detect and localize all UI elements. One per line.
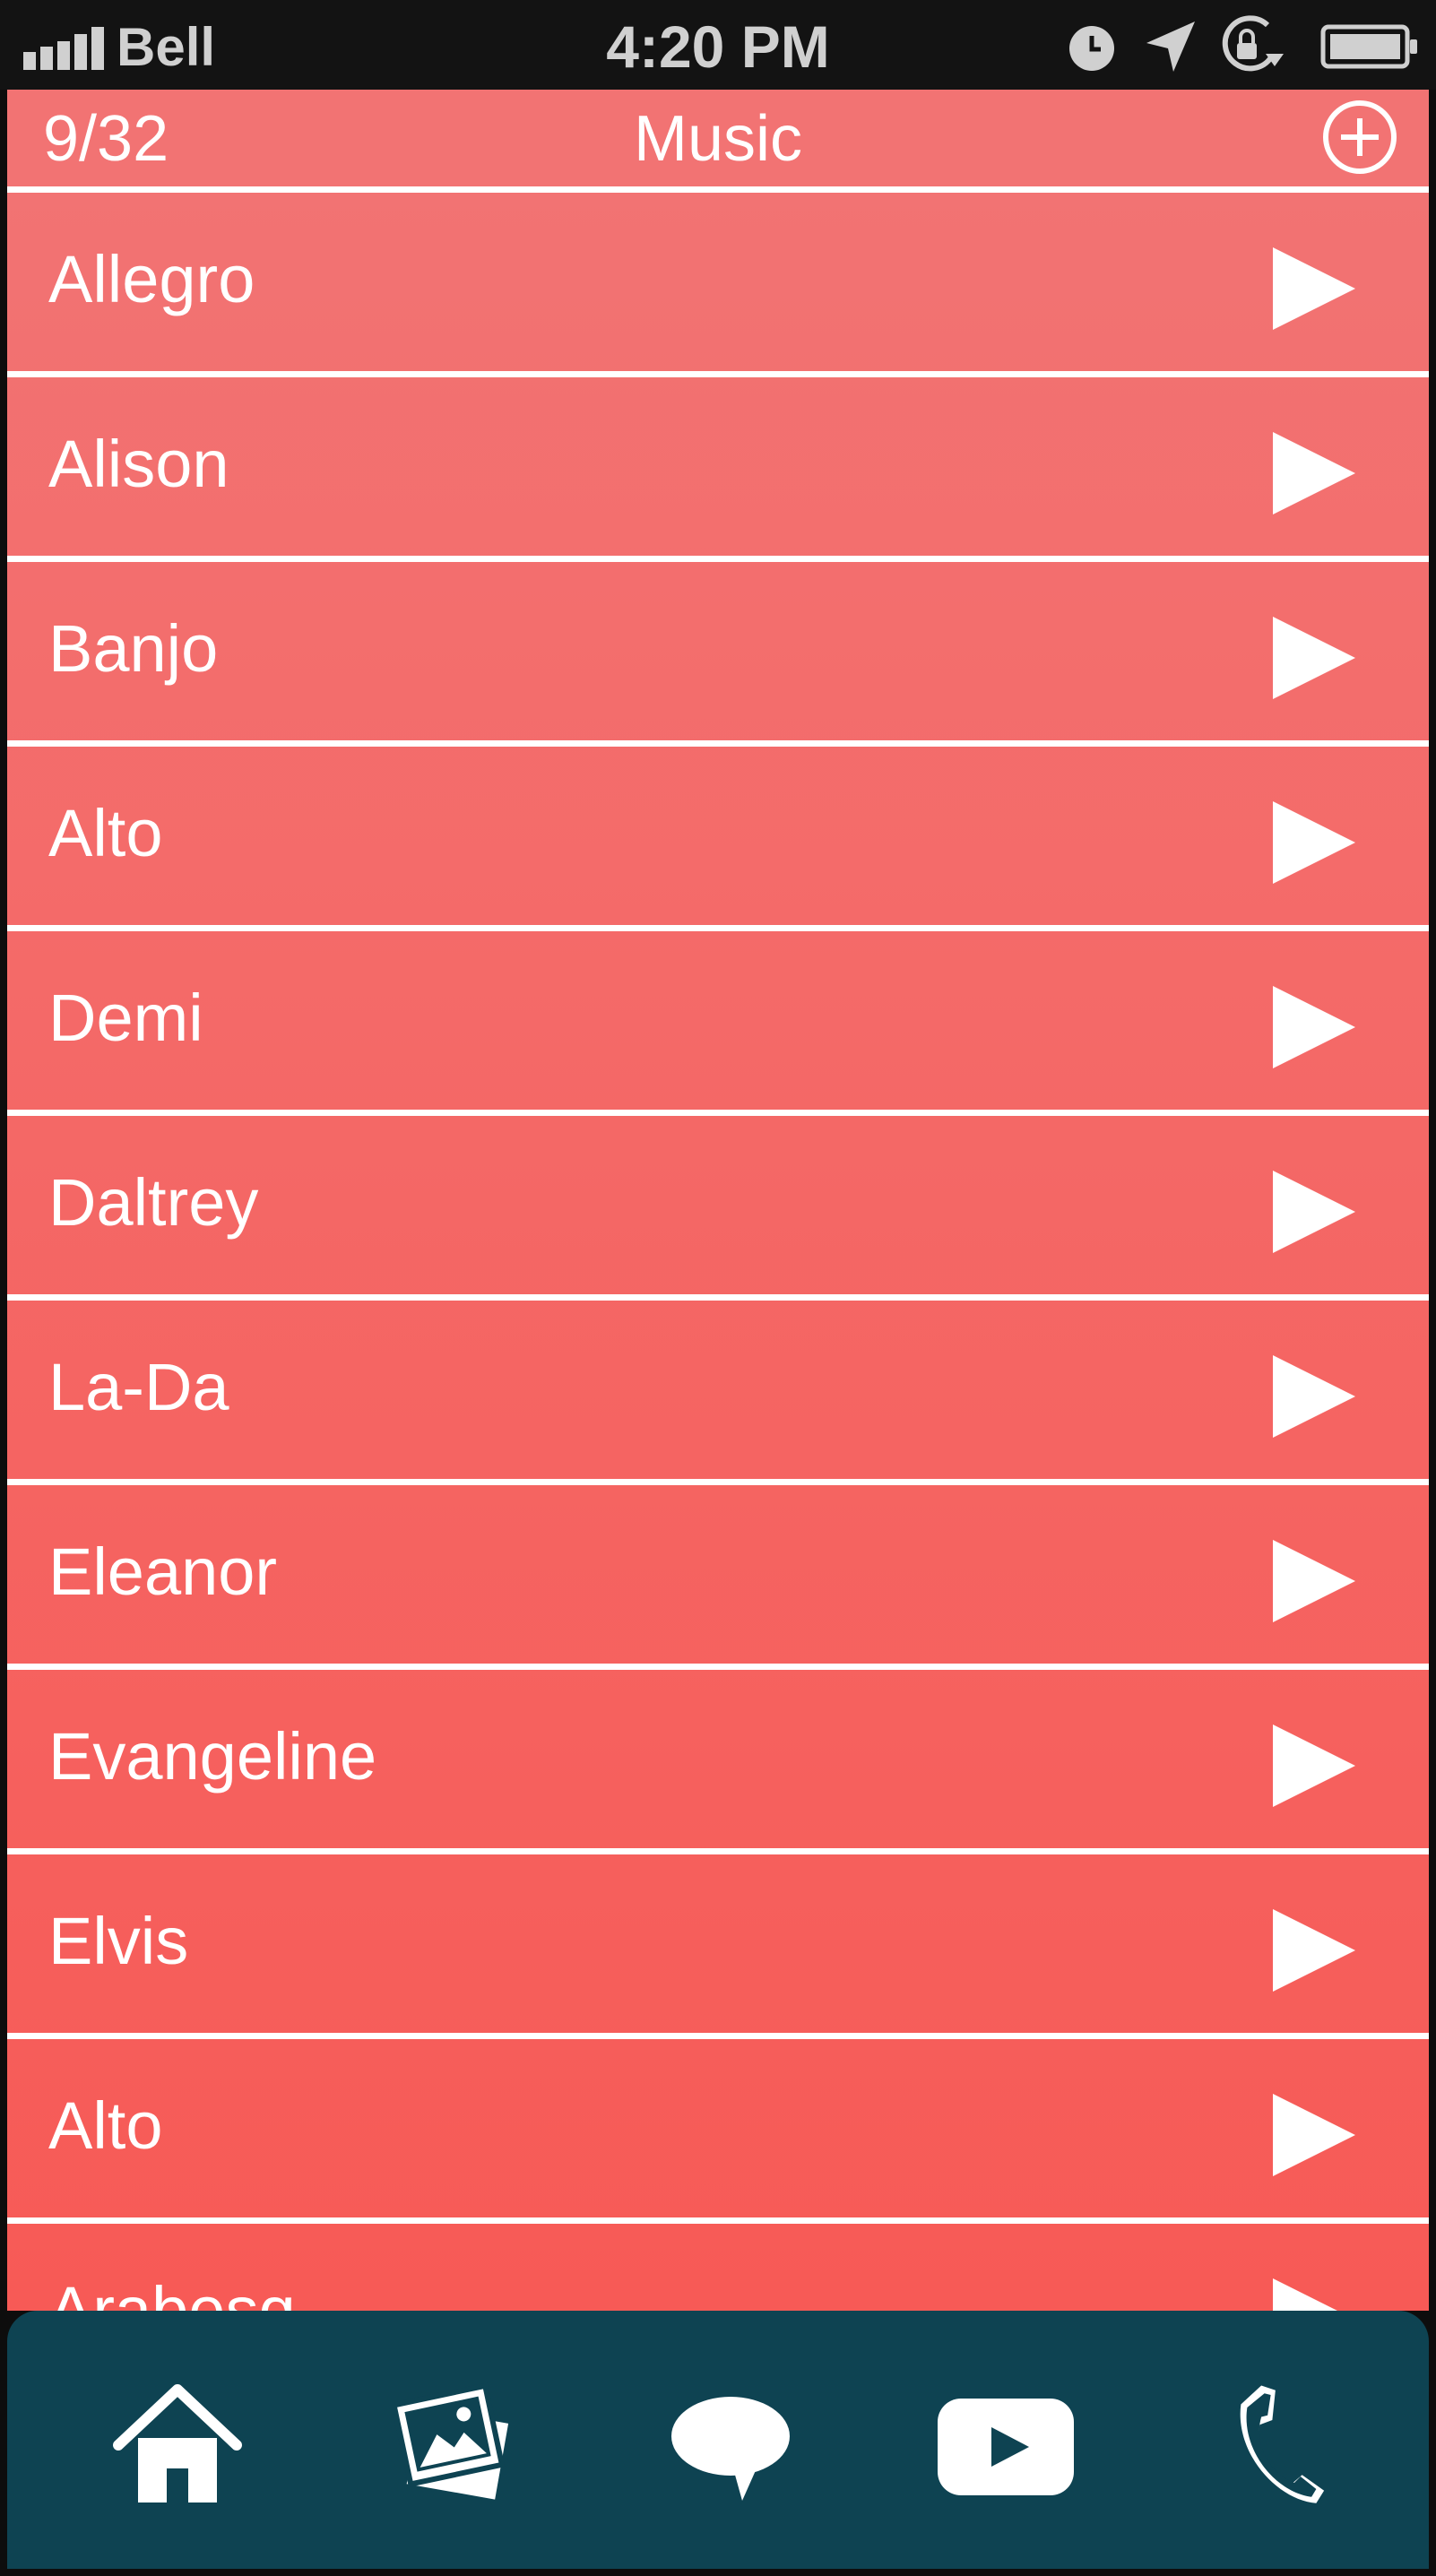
track-name: Allegro xyxy=(48,242,255,316)
home-icon[interactable] xyxy=(111,2382,244,2508)
list-item[interactable]: Elvis xyxy=(7,1848,1429,2027)
list-item[interactable]: Allegro xyxy=(7,186,1429,366)
location-icon xyxy=(1146,22,1195,72)
track-name: La-Da xyxy=(48,1350,229,1424)
track-name: Alto xyxy=(48,2088,163,2163)
play-icon[interactable] xyxy=(1269,1167,1359,1257)
list-item[interactable]: La-Da xyxy=(7,1294,1429,1474)
play-icon[interactable] xyxy=(1269,2275,1359,2311)
play-icon[interactable] xyxy=(1269,798,1359,887)
track-name: Alison xyxy=(48,427,229,501)
list-item[interactable]: Alto xyxy=(7,2033,1429,2212)
plus-circle-icon[interactable] xyxy=(1321,99,1398,176)
track-name: Banjo xyxy=(48,611,219,686)
tab-bar xyxy=(7,2311,1429,2569)
status-bar: Bell 4:20 PM xyxy=(0,0,1436,90)
play-icon[interactable] xyxy=(1269,244,1359,333)
track-list: Allegro Alison Banjo Alto Demi Daltrey La-Da El… xyxy=(7,186,1429,2311)
chat-icon[interactable] xyxy=(667,2382,794,2508)
list-item[interactable]: Demi xyxy=(7,925,1429,1104)
app-header: 9/32 Music xyxy=(7,90,1429,186)
list-item[interactable]: Eleanor xyxy=(7,1479,1429,1658)
play-icon[interactable] xyxy=(1269,1536,1359,1626)
battery-icon xyxy=(1320,24,1417,69)
list-item[interactable]: Daltrey xyxy=(7,1110,1429,1289)
track-name: Arabesq xyxy=(48,2273,296,2311)
play-icon[interactable] xyxy=(1269,1906,1359,1995)
track-name: Eleanor xyxy=(48,1534,278,1609)
phone-icon[interactable] xyxy=(1223,2382,1339,2508)
play-icon[interactable] xyxy=(1269,982,1359,1072)
video-play-icon[interactable] xyxy=(936,2382,1076,2508)
page-title: Music xyxy=(633,103,802,175)
play-icon[interactable] xyxy=(1269,2090,1359,2180)
list-item[interactable]: Banjo xyxy=(7,556,1429,735)
list-item[interactable]: Alto xyxy=(7,740,1429,920)
list-item[interactable]: Arabesq xyxy=(7,2217,1429,2311)
list-item[interactable]: Alison xyxy=(7,371,1429,550)
track-name: Elvis xyxy=(48,1904,189,1978)
play-icon[interactable] xyxy=(1269,1721,1359,1811)
track-name: Alto xyxy=(48,796,163,870)
play-icon[interactable] xyxy=(1269,613,1359,703)
rotation-lock-icon xyxy=(1222,15,1284,72)
track-name: Evangeline xyxy=(48,1719,377,1794)
photos-icon[interactable] xyxy=(390,2382,518,2508)
play-icon[interactable] xyxy=(1269,1352,1359,1441)
track-name: Demi xyxy=(48,981,203,1055)
list-item[interactable]: Evangeline xyxy=(7,1664,1429,1843)
play-icon[interactable] xyxy=(1269,428,1359,518)
track-name: Daltrey xyxy=(48,1165,259,1240)
alarm-icon xyxy=(1069,26,1114,71)
